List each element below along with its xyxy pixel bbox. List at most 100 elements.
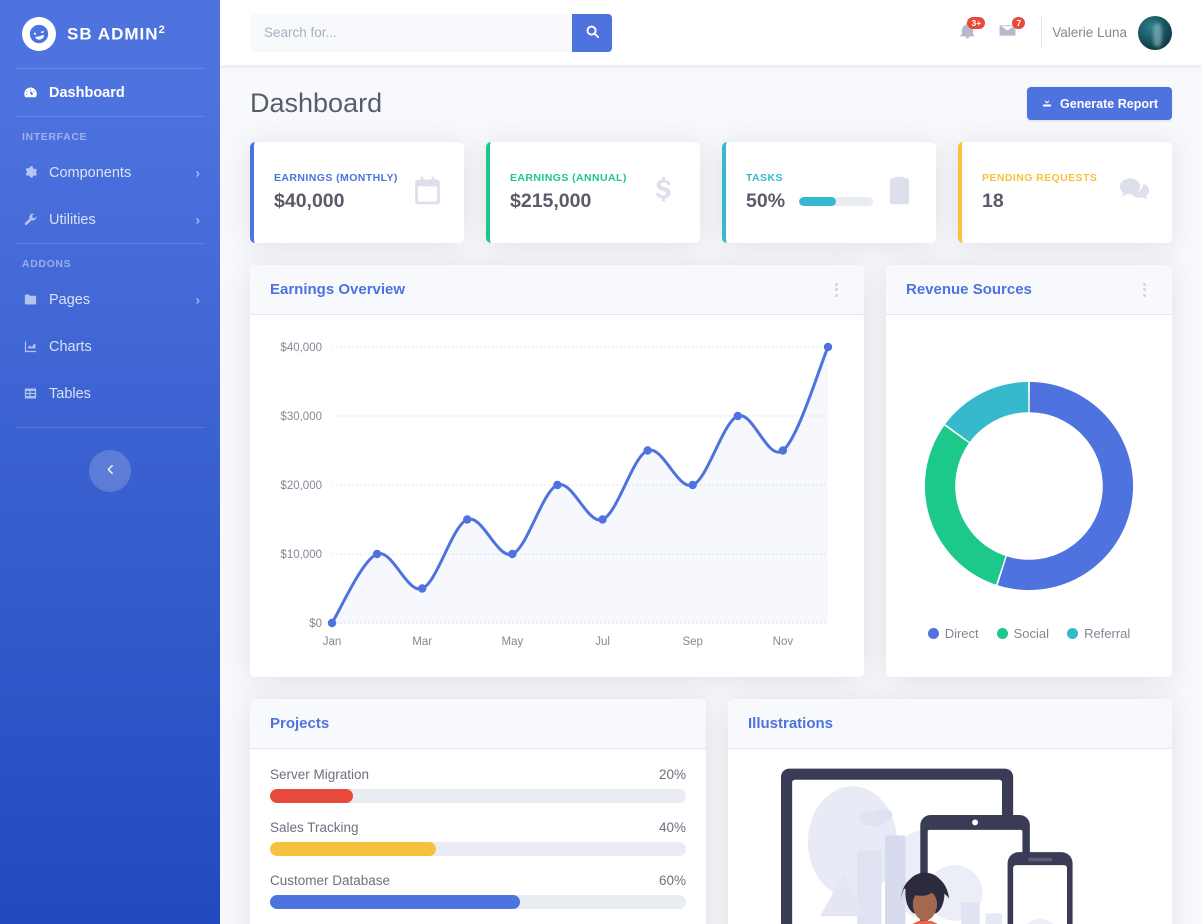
dollar-sign-icon (647, 174, 680, 212)
illustrations-card: Illustrations (728, 699, 1172, 924)
sidebar: SB ADMIN2 Dashboard INTERFACE Components… (0, 0, 220, 924)
main-content: Dashboard Generate Report Earnings (Mont… (220, 65, 1202, 924)
stat-value-row: $40,000 (274, 190, 401, 213)
revenue-sources-card: Revenue Sources Direct Social Referral (886, 265, 1172, 677)
sidebar-item-pages[interactable]: Pages › (0, 276, 220, 323)
legend-label: Referral (1084, 625, 1131, 641)
chevron-left-icon (104, 463, 117, 479)
project-item: Server Migration 20% (270, 767, 686, 803)
stat-card-body: Earnings (Annual) $215,000 (510, 172, 637, 213)
chart-data-point[interactable] (327, 618, 337, 628)
chart-data-point[interactable] (372, 549, 382, 559)
project-name: Sales Tracking (270, 820, 359, 835)
sidebar-item-utilities[interactable]: Utilities › (0, 196, 220, 243)
content-wrapper: 3+ 7 Valerie Luna Dashboard (220, 0, 1202, 924)
project-percent: 60% (658, 873, 686, 888)
tachometer-icon (22, 84, 39, 101)
sidebar-item-tables[interactable]: Tables (0, 370, 220, 417)
tasks-progress-bar (799, 197, 873, 206)
clipboard-list-icon (883, 174, 916, 212)
search-form (250, 13, 612, 52)
stat-value-row: $215,000 (510, 190, 637, 213)
avatar (1138, 15, 1172, 50)
x-axis-tick-label: May (501, 636, 523, 648)
legend-item[interactable]: Direct (927, 625, 979, 641)
ellipsis-v-icon[interactable] (1137, 279, 1152, 301)
sidebar-item-charts[interactable]: Charts (0, 323, 220, 370)
topbar-separator (1041, 16, 1043, 49)
legend-color-dot (996, 627, 1008, 639)
chart-data-point[interactable] (553, 480, 562, 490)
brand-logo[interactable]: SB ADMIN2 (0, 0, 220, 68)
chart-data-point[interactable] (733, 411, 743, 421)
ellipsis-v-icon[interactable] (829, 279, 844, 301)
alerts-badge: 3+ (967, 16, 986, 30)
y-axis-tick-label: $10,000 (280, 549, 322, 561)
lower-row: Projects Server Migration 20% Sales Tracki… (250, 699, 1172, 924)
project-item: Customer Database 60% (270, 873, 686, 909)
stat-card-body: Pending Requests 18 (982, 172, 1107, 213)
wrench-icon (22, 211, 39, 228)
sidebar-item-components[interactable]: Components › (0, 149, 220, 196)
search-button[interactable] (572, 13, 612, 52)
stat-label: Earnings (Monthly) (274, 172, 398, 184)
donut-segment-referral[interactable] (945, 381, 1029, 442)
chart-data-point[interactable] (463, 515, 472, 524)
chart-data-point[interactable] (508, 549, 517, 559)
search-input[interactable] (250, 13, 572, 52)
y-axis-tick-label: $0 (309, 618, 322, 630)
revenue-donut-chart (924, 381, 1134, 590)
sidebar-item-dashboard[interactable]: Dashboard (0, 69, 220, 116)
chart-data-point[interactable] (598, 515, 607, 524)
card-header: Revenue Sources (886, 265, 1172, 315)
generate-report-button[interactable]: Generate Report (1027, 87, 1172, 120)
project-progress-fill (270, 842, 437, 856)
card-body: Direct Social Referral (886, 315, 1172, 677)
chevron-right-icon: › (195, 292, 200, 307)
project-header: Server Migration 20% (270, 767, 686, 782)
chart-data-point[interactable] (778, 446, 788, 455)
page-header: Dashboard Generate Report (250, 87, 1172, 120)
project-item: Sales Tracking 40% (270, 820, 686, 856)
project-name: Server Migration (270, 767, 370, 782)
y-axis-tick-label: $40,000 (280, 342, 322, 354)
x-axis-tick-label: Nov (773, 636, 794, 648)
chart-data-point[interactable] (688, 480, 697, 490)
chart-data-point[interactable] (417, 584, 427, 593)
legend-item[interactable]: Social (996, 626, 1049, 641)
donut-segment-social[interactable] (924, 425, 1006, 585)
donut-segment-direct[interactable] (997, 381, 1134, 590)
download-icon (1041, 96, 1053, 111)
sidebar-item-label: Dashboard (49, 84, 125, 101)
legend-item[interactable]: Referral (1067, 626, 1130, 641)
sidebar-heading-interface: INTERFACE (22, 131, 88, 143)
user-name: Valerie Luna (1052, 25, 1127, 40)
card-body: $0 $10,000 $20,000 $30,000 $40,000 Jan Mar May J… (250, 315, 864, 677)
alerts-button[interactable]: 3+ (947, 13, 987, 53)
stat-value: 50% (746, 190, 786, 212)
stat-card-earnings-monthly: Earnings (Monthly) $40,000 (250, 142, 464, 243)
sidebar-toggle-button[interactable] (89, 450, 131, 492)
stat-cards-row: Earnings (Monthly) $40,000 Earnings (Ann… (250, 142, 1172, 243)
topbar-actions: 3+ 7 Valerie Luna (947, 13, 1172, 53)
stat-card-body: Earnings (Monthly) $40,000 (274, 172, 401, 213)
x-axis-tick-label: Jul (595, 636, 610, 648)
earnings-line-chart: $0 $10,000 $20,000 $30,000 $40,000 Jan Mar May J… (280, 342, 833, 648)
project-header: Customer Database 60% (270, 873, 686, 888)
card-body: Server Migration 20% Sales Tracking 40% Cust… (250, 749, 706, 924)
chart-data-point[interactable] (823, 342, 833, 352)
chart-data-point[interactable] (643, 446, 652, 455)
topbar: 3+ 7 Valerie Luna (220, 0, 1202, 65)
user-menu[interactable]: Valerie Luna (1052, 15, 1172, 50)
messages-button[interactable]: 7 (987, 13, 1027, 53)
projects-card: Projects Server Migration 20% Sales Tracki… (250, 699, 706, 924)
stat-value: $215,000 (510, 190, 592, 212)
chevron-right-icon: › (195, 165, 200, 180)
stat-card-pending-requests: Pending Requests 18 (958, 142, 1172, 243)
earnings-overview-card: Earnings Overview $0 $10,000 $20,000 $30,00… (250, 265, 864, 677)
x-axis-tick-label: Sep (682, 636, 702, 648)
project-progress-fill (270, 789, 354, 803)
sidebar-heading-addons: ADDONS (22, 258, 72, 270)
stat-value: 18 (982, 190, 1004, 212)
legend-label: Direct (944, 625, 979, 641)
